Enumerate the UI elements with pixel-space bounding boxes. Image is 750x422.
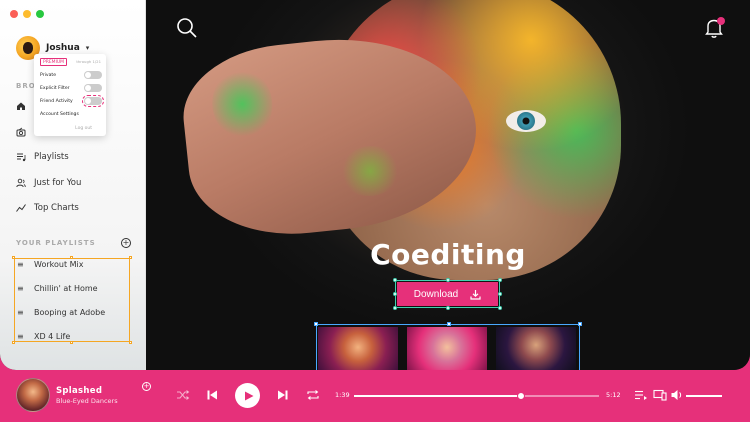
playlist-play-icon: ≡ bbox=[17, 308, 24, 317]
selection-box bbox=[12, 256, 132, 344]
play-button[interactable] bbox=[235, 383, 260, 408]
playlist-icon bbox=[16, 152, 26, 162]
album-thumbnail[interactable] bbox=[496, 327, 576, 370]
playlist-play-icon: ≡ bbox=[17, 332, 24, 341]
progress-handle[interactable] bbox=[516, 392, 525, 400]
playlists-section-label: YOUR PLAYLISTS bbox=[16, 239, 96, 247]
elapsed-time: 1:39 bbox=[335, 391, 350, 399]
sidebar-item-label: Just for You bbox=[34, 178, 82, 188]
skip-previous-icon bbox=[207, 390, 217, 400]
plan-meta: through 1/21 bbox=[76, 59, 101, 64]
sidebar: Joshua ▾ BRO Playlists Just for You Top … bbox=[0, 0, 146, 370]
private-toggle[interactable] bbox=[84, 71, 102, 79]
volume-icon bbox=[671, 390, 682, 400]
search-icon bbox=[177, 18, 197, 38]
add-playlist-button[interactable]: + bbox=[121, 238, 131, 248]
sidebar-item-just-for-you[interactable]: Just for You bbox=[16, 178, 81, 188]
sidebar-item-playlists[interactable]: Playlists bbox=[16, 152, 69, 162]
repeat-icon bbox=[307, 390, 319, 400]
progress-fill bbox=[354, 395, 521, 397]
friend-activity-toggle[interactable] bbox=[81, 94, 105, 108]
repeat-button[interactable] bbox=[306, 388, 320, 402]
sidebar-item-label: Playlists bbox=[34, 152, 69, 162]
notifications-button[interactable] bbox=[704, 17, 725, 39]
queue-button[interactable] bbox=[634, 388, 648, 402]
next-button[interactable] bbox=[276, 388, 290, 402]
premium-badge: PREMIUM bbox=[40, 58, 68, 66]
add-to-library-button[interactable]: + bbox=[142, 382, 151, 391]
user-dropdown-menu: PREMIUM through 1/21 Private Explicit Fi… bbox=[34, 54, 106, 136]
users-icon bbox=[16, 178, 26, 188]
menu-label-private: Private bbox=[40, 73, 57, 78]
playlist-item[interactable]: ≡ Workout Mix bbox=[17, 260, 83, 269]
shuffle-icon bbox=[177, 390, 190, 400]
sidebar-item-label: Top Charts bbox=[34, 203, 79, 213]
devices-button[interactable] bbox=[653, 388, 667, 402]
playlist-item[interactable]: ≡ XD 4 Life bbox=[17, 332, 70, 341]
playlist-label: Booping at Adobe bbox=[34, 308, 106, 317]
duration-time: 5:12 bbox=[606, 391, 621, 399]
player-bar: Splashed Blue-Eyed Dancers + 1:39 5:12 bbox=[0, 370, 750, 422]
devices-icon bbox=[653, 389, 667, 401]
playlist-label: XD 4 Life bbox=[34, 332, 71, 341]
skip-next-icon bbox=[278, 390, 288, 400]
playlist-play-icon: ≡ bbox=[17, 284, 24, 293]
progress-bar[interactable] bbox=[354, 392, 599, 400]
hero-image-eye bbox=[506, 110, 546, 132]
playlist-label: Workout Mix bbox=[34, 260, 84, 269]
user-name: Joshua bbox=[46, 43, 80, 53]
chart-line-icon bbox=[16, 203, 26, 213]
album-thumbnail[interactable] bbox=[318, 327, 398, 370]
volume-slider[interactable] bbox=[686, 395, 722, 397]
now-playing-cover[interactable] bbox=[16, 378, 50, 412]
previous-button[interactable] bbox=[205, 388, 219, 402]
maximize-window-button[interactable] bbox=[36, 10, 44, 18]
sidebar-item-home[interactable] bbox=[16, 101, 26, 111]
play-icon bbox=[244, 391, 253, 400]
logout-link[interactable]: Log out bbox=[75, 126, 92, 131]
account-settings-item[interactable]: Account Settings bbox=[40, 112, 79, 117]
radio-icon bbox=[16, 127, 26, 137]
home-icon bbox=[16, 101, 26, 111]
queue-icon bbox=[635, 390, 647, 400]
sidebar-item-radio[interactable] bbox=[16, 127, 26, 137]
hero-title: Coediting bbox=[370, 238, 526, 271]
sidebar-item-top-charts[interactable]: Top Charts bbox=[16, 203, 79, 213]
minimize-window-button[interactable] bbox=[23, 10, 31, 18]
volume-button[interactable] bbox=[670, 388, 684, 402]
chevron-down-icon: ▾ bbox=[85, 44, 90, 52]
shuffle-button[interactable] bbox=[176, 388, 190, 402]
window-controls bbox=[10, 10, 44, 18]
song-title: Splashed bbox=[56, 386, 103, 396]
hero-banner: Coediting Download bbox=[146, 0, 750, 370]
notification-badge bbox=[717, 17, 725, 25]
menu-label-explicit-filter: Explicit Filter bbox=[40, 86, 70, 91]
download-icon bbox=[470, 289, 481, 300]
download-button[interactable]: Download bbox=[397, 282, 498, 306]
playlist-play-icon: ≡ bbox=[17, 260, 24, 269]
download-label: Download bbox=[413, 288, 459, 300]
song-artist[interactable]: Blue-Eyed Dancers bbox=[56, 397, 118, 405]
search-button[interactable] bbox=[176, 17, 198, 39]
close-window-button[interactable] bbox=[10, 10, 18, 18]
menu-label-friend-activity: Friend Activity bbox=[40, 99, 73, 104]
explicit-filter-toggle[interactable] bbox=[84, 84, 102, 92]
playlist-item[interactable]: ≡ Booping at Adobe bbox=[17, 308, 105, 317]
playlist-item[interactable]: ≡ Chillin' at Home bbox=[17, 284, 98, 293]
playlist-label: Chillin' at Home bbox=[34, 284, 98, 293]
album-thumbnail[interactable] bbox=[407, 327, 487, 370]
app-window: Joshua ▾ BRO Playlists Just for You Top … bbox=[0, 0, 750, 370]
browse-section-label: BRO bbox=[16, 82, 36, 90]
